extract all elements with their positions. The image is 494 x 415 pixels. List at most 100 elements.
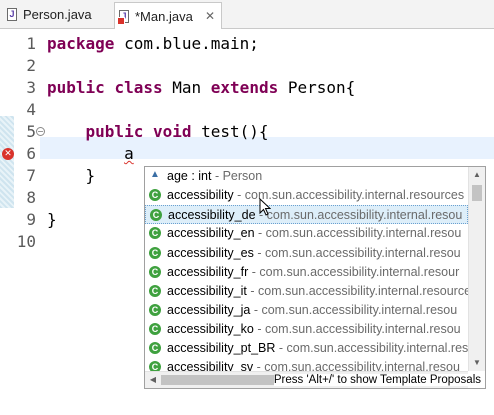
code-token: com.blue.main;	[114, 34, 259, 53]
proposal-name: accessibility	[167, 188, 234, 202]
proposal-class-item[interactable]: Caccessibility_en - com.sun.accessibilit…	[145, 224, 468, 243]
line-number: 4	[26, 100, 36, 119]
error-marker-icon[interactable]: ✕	[2, 148, 14, 160]
code-text: }	[47, 165, 96, 187]
proposal-package: - com.sun.accessibility.internal.resou	[254, 226, 462, 240]
proposal-package: - com.sun.accessibility.internal.resou	[250, 303, 458, 317]
proposal-class-item[interactable]: Caccessibility_es - com.sun.accessibilit…	[145, 244, 468, 263]
proposal-text: accessibility_fr - com.sun.accessibility…	[167, 263, 459, 282]
code-token: test(){	[191, 122, 269, 141]
code-line[interactable]: 3 public class Man extends Person{	[0, 77, 494, 99]
proposal-class-item[interactable]: Caccessibility_de - com.sun.accessibilit…	[145, 205, 468, 224]
proposal-package: - com.sun.accessibility.internal.resou	[253, 360, 460, 371]
line-number: 5	[26, 122, 36, 141]
proposal-package: - com.sun.accessibility.internal.resou	[255, 208, 463, 222]
code-text: public class Man extends Person{	[47, 77, 355, 99]
line-number: 8	[26, 188, 36, 207]
java-file-error-icon: J	[117, 9, 129, 25]
proposal-text: accessibility_sv - com.sun.accessibility…	[167, 358, 460, 371]
tab-person-java[interactable]: J Person.java	[3, 2, 111, 27]
proposal-name: accessibility_it	[167, 284, 247, 298]
scroll-down-icon[interactable]: ▼	[469, 355, 485, 371]
proposal-text: accessibility_ja - com.sun.accessibility…	[167, 301, 457, 320]
code-token: }	[47, 210, 57, 229]
proposal-name: accessibility_ko	[167, 322, 254, 336]
proposal-name: accessibility_ja	[167, 303, 251, 317]
proposal-text: accessibility_ko - com.sun.accessibility…	[167, 320, 461, 339]
proposal-package: - com.sun.accessibility.internal.res	[275, 341, 468, 355]
content-assist-popup: ▲ age : int - Person Caccessibility - com.…	[144, 166, 486, 389]
java-file-icon: J	[7, 8, 17, 21]
proposal-class-item[interactable]: Caccessibility_fr - com.sun.accessibilit…	[145, 263, 468, 282]
class-icon: C	[149, 323, 161, 335]
class-icon: C	[149, 227, 161, 239]
proposal-name: accessibility_pt_BR	[167, 341, 276, 355]
proposal-field-item[interactable]: ▲ age : int - Person	[145, 167, 468, 186]
proposal-text: accessibility_es - com.sun.accessibility…	[167, 244, 461, 263]
class-icon: C	[149, 342, 161, 354]
mouse-pointer-icon	[259, 198, 271, 216]
proposal-class-item[interactable]: Caccessibility_it - com.sun.accessibilit…	[145, 282, 468, 301]
keyword: class	[114, 78, 163, 97]
vertical-scrollbar[interactable]: ▲ ▼	[468, 167, 485, 371]
proposal-package: - com.sun.accessibility.internal.resour	[248, 265, 460, 279]
proposal-text: accessibility_it - com.sun.accessibility…	[167, 282, 468, 301]
code-line[interactable]: 2	[0, 55, 494, 77]
code-token: Person{	[278, 78, 356, 97]
proposal-class-item[interactable]: Caccessibility_sv - com.sun.accessibilit…	[145, 358, 468, 371]
keyword: void	[152, 122, 192, 141]
proposal-class-item[interactable]: Caccessibility_pt_BR - com.sun.accessibi…	[145, 339, 468, 358]
keyword: public	[85, 122, 144, 141]
editor-tab-bar: J Person.java J *Man.java ✕	[0, 0, 494, 29]
proposal-name: accessibility_fr	[167, 265, 249, 279]
close-icon[interactable]: ✕	[205, 9, 215, 23]
keyword: extends	[210, 78, 279, 97]
code-line[interactable]: 6 ✕ a	[0, 143, 494, 165]
class-icon: C	[149, 266, 161, 278]
scroll-up-icon[interactable]: ▲	[469, 167, 485, 183]
field-icon: ▲	[150, 169, 160, 180]
scroll-left-icon[interactable]: ◀	[145, 372, 161, 388]
line-number: 6	[26, 144, 36, 163]
code-token: Man	[162, 78, 211, 97]
line-number: 3	[26, 78, 36, 97]
code-line[interactable]: 4	[0, 99, 494, 121]
class-icon: C	[149, 285, 161, 297]
keyword: public	[47, 78, 105, 97]
tab-label: *Man.java	[135, 8, 193, 24]
scrollbar-thumb[interactable]	[472, 185, 482, 201]
proposal-list[interactable]: ▲ age : int - Person Caccessibility - com.…	[145, 167, 468, 371]
line-number: 7	[26, 166, 36, 185]
fold-toggle-icon[interactable]: −	[36, 127, 45, 136]
template-proposals-hint: Press 'Alt+/' to show Template Proposals	[273, 374, 481, 386]
code-line[interactable]: 5− public void test(){	[0, 121, 494, 143]
code-text: package com.blue.main;	[47, 33, 259, 55]
line-number: 9	[26, 210, 36, 229]
proposal-text: accessibility_de - com.sun.accessibility…	[168, 206, 462, 225]
proposal-text: accessibility_en - com.sun.accessibility…	[167, 224, 461, 243]
code-token: }	[47, 166, 96, 185]
proposal-class-item[interactable]: Caccessibility_ja - com.sun.accessibilit…	[145, 301, 468, 320]
line-number: 10	[16, 232, 36, 251]
proposal-name: accessibility_sv	[167, 360, 254, 371]
tab-label: Person.java	[23, 7, 92, 22]
proposal-text: accessibility - com.sun.accessibility.in…	[167, 186, 464, 205]
class-icon: C	[149, 361, 161, 371]
line-number: 1	[26, 34, 36, 53]
line-number: 2	[26, 56, 36, 75]
proposal-class-item[interactable]: Caccessibility_ko - com.sun.accessibilit…	[145, 320, 468, 339]
proposal-text: accessibility_pt_BR - com.sun.accessibil…	[167, 339, 468, 358]
code-text: public void test(){	[47, 121, 269, 143]
proposal-name: age : int	[167, 169, 212, 183]
class-icon: C	[150, 209, 162, 221]
proposal-name: accessibility_de	[168, 208, 256, 222]
tab-man-java[interactable]: J *Man.java ✕	[114, 2, 222, 29]
class-icon: C	[149, 247, 161, 259]
code-line[interactable]: 1 package com.blue.main;	[0, 33, 494, 55]
proposal-name: accessibility_es	[167, 246, 254, 260]
proposal-class-item[interactable]: Caccessibility - com.sun.accessibility.i…	[145, 186, 468, 205]
